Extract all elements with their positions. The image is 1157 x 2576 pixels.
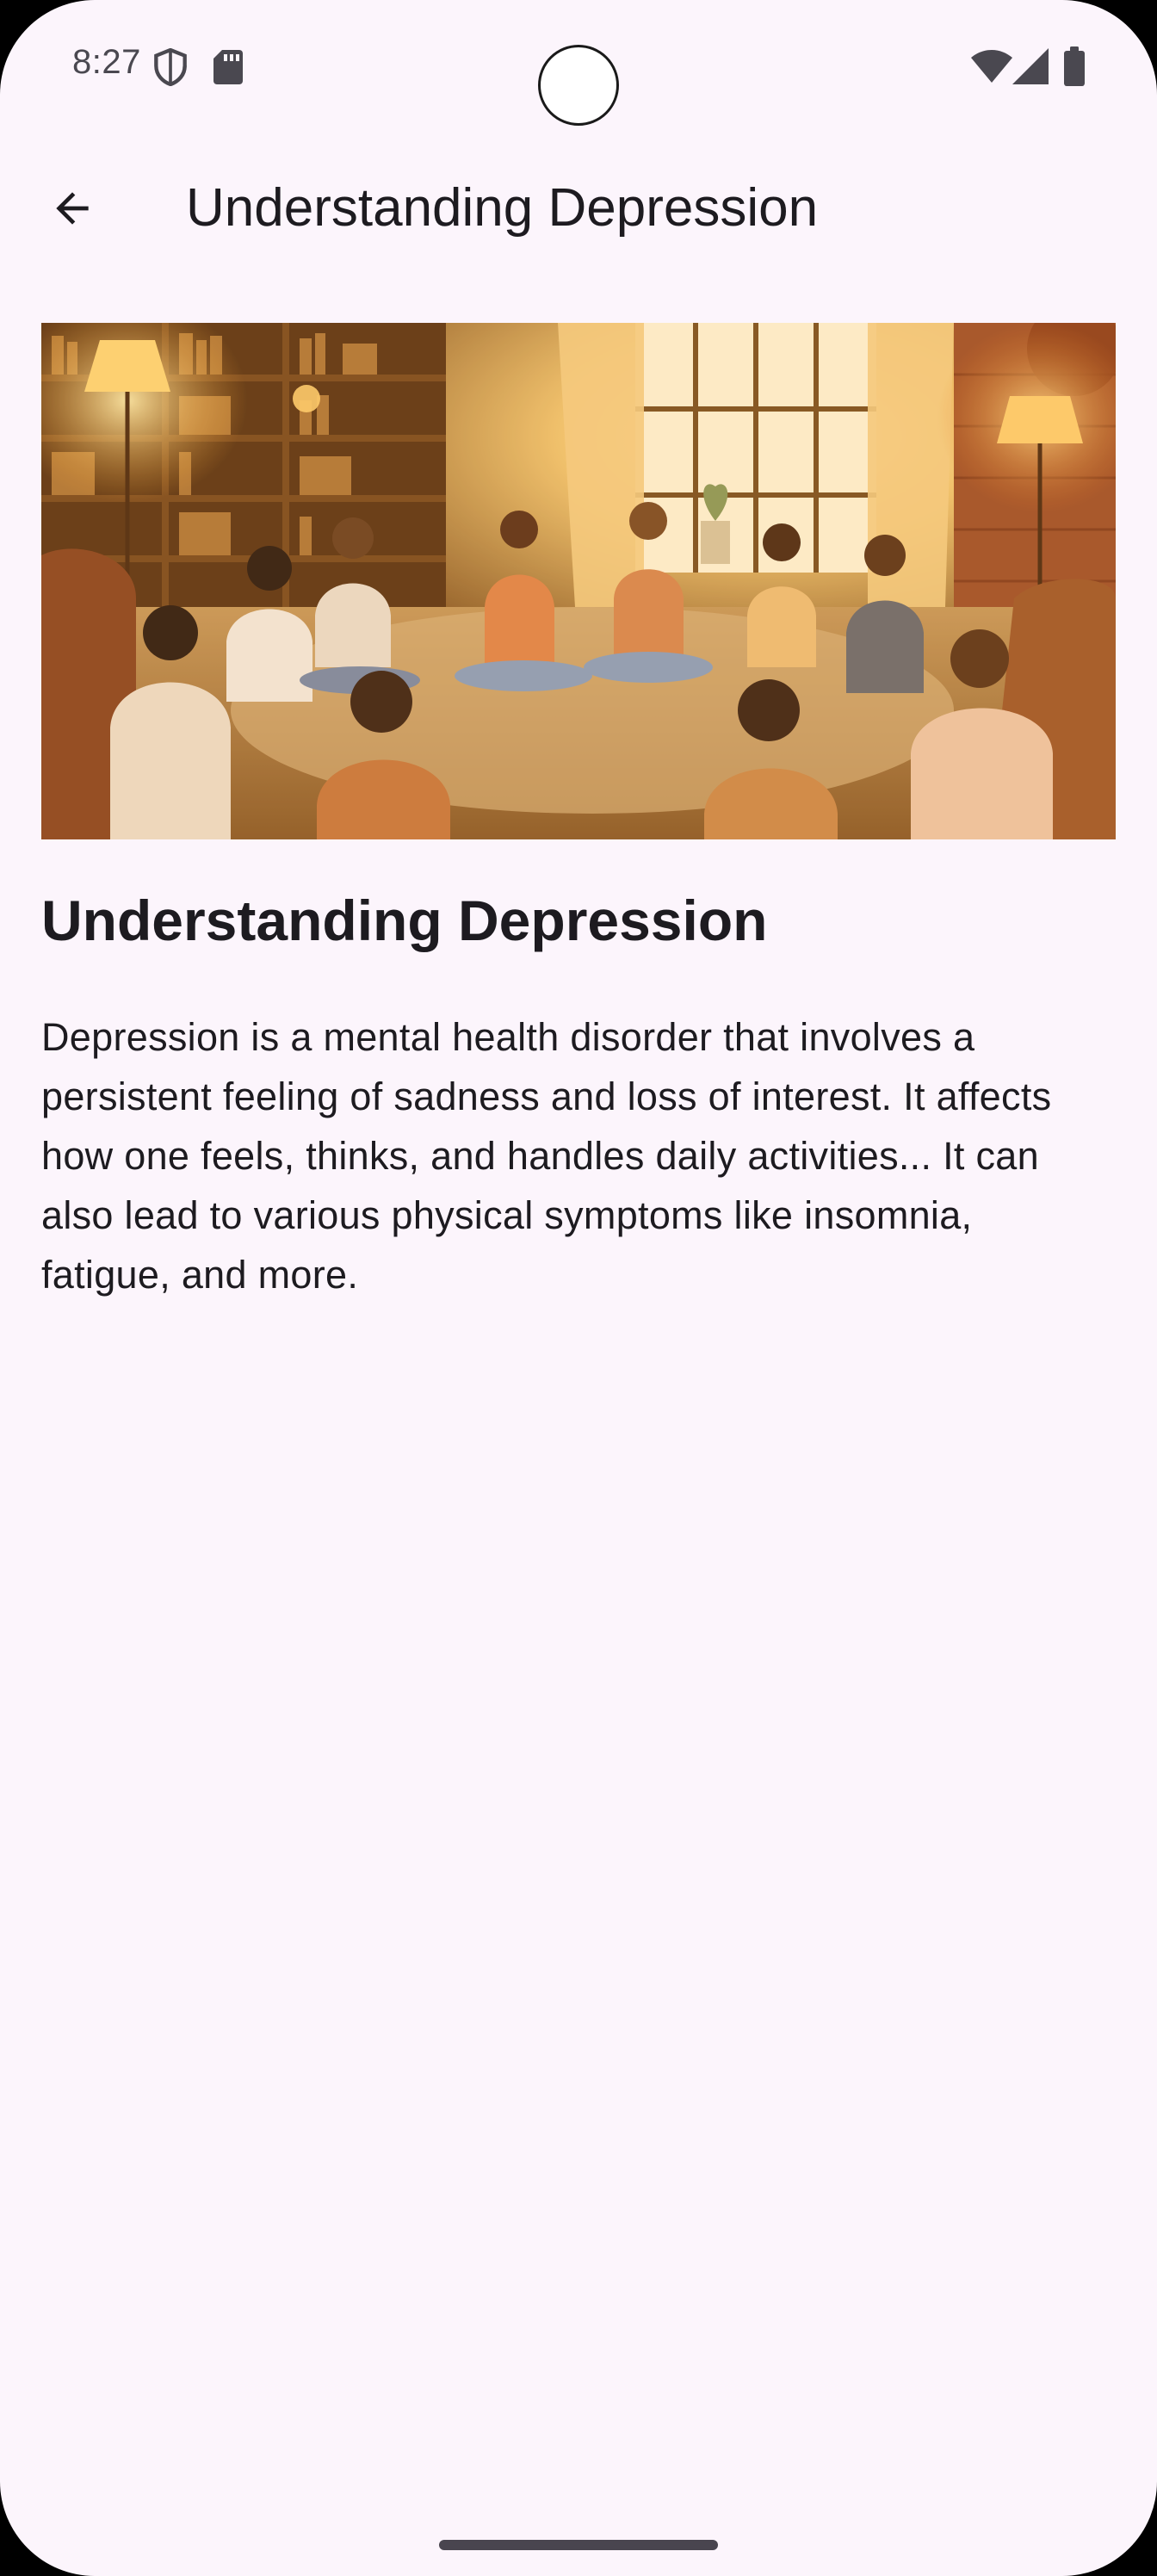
shield-icon bbox=[154, 48, 187, 86]
article-body: Depression is a mental health disorder t… bbox=[41, 1015, 1052, 1297]
front-camera bbox=[538, 45, 619, 126]
sd-card-icon bbox=[213, 50, 243, 84]
arrow-back-icon bbox=[56, 192, 89, 225]
home-gesture-bar[interactable] bbox=[439, 2540, 718, 2550]
wifi-icon bbox=[971, 50, 1012, 83]
cellular-signal-icon bbox=[1012, 48, 1049, 84]
status-bar: 8:27 bbox=[0, 0, 1157, 138]
app-bar-title: Understanding Depression bbox=[186, 178, 819, 238]
battery-icon bbox=[1064, 46, 1085, 86]
article-heading: Understanding Depression bbox=[41, 889, 768, 952]
top-app-bar: Understanding Depression bbox=[0, 146, 1157, 270]
back-button[interactable] bbox=[31, 167, 114, 250]
support-group-illustration bbox=[41, 323, 1116, 839]
phone-screen: 8:27 Understanding Depression Understand… bbox=[0, 0, 1157, 2576]
status-time: 8:27 bbox=[72, 43, 141, 81]
article-hero-image bbox=[41, 323, 1116, 839]
